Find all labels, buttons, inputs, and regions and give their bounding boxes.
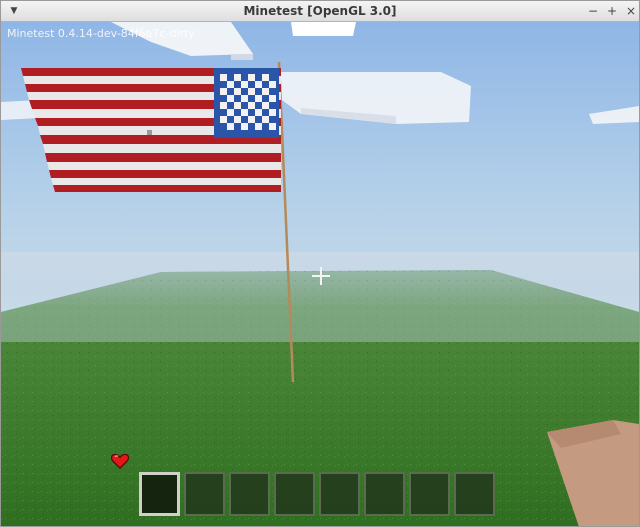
hotbar-slot[interactable]: [454, 472, 495, 516]
version-label: Minetest 0.4.14-dev-84f6a7c-dirty: [7, 27, 195, 40]
hotbar-slot[interactable]: [184, 472, 225, 516]
heart-icon: [111, 452, 300, 470]
heart-icon: [111, 452, 281, 470]
heart-icon: [111, 452, 262, 470]
heart-icon: [111, 452, 243, 470]
hotbar-slot[interactable]: [364, 472, 405, 516]
hotbar-slot[interactable]: [409, 472, 450, 516]
maximize-icon[interactable]: +: [604, 3, 620, 19]
close-icon[interactable]: ×: [623, 3, 639, 19]
flag: [21, 68, 281, 192]
health-bar: [111, 452, 300, 470]
title-bar[interactable]: ▼ Minetest [OpenGL 3.0] − + ×: [1, 1, 639, 22]
hotbar-slot[interactable]: [229, 472, 270, 516]
hotbar-slot[interactable]: [319, 472, 360, 516]
game-viewport[interactable]: Minetest 0.4.14-dev-84f6a7c-dirty: [1, 22, 639, 526]
heart-icon: [111, 452, 167, 470]
heart-icon: [111, 452, 224, 470]
hotbar-slot[interactable]: [274, 472, 315, 516]
crosshair-icon: [312, 267, 330, 285]
minimize-icon[interactable]: −: [585, 3, 601, 19]
heart-icon: [111, 452, 148, 470]
hotbar-slot[interactable]: [139, 472, 180, 516]
window-title: Minetest [OpenGL 3.0]: [243, 4, 397, 18]
minetest-window: ▼ Minetest [OpenGL 3.0] − + × Minetest 0…: [0, 0, 640, 527]
hotbar[interactable]: [139, 472, 495, 516]
heart-icon: [111, 452, 205, 470]
heart-icon: [111, 452, 186, 470]
